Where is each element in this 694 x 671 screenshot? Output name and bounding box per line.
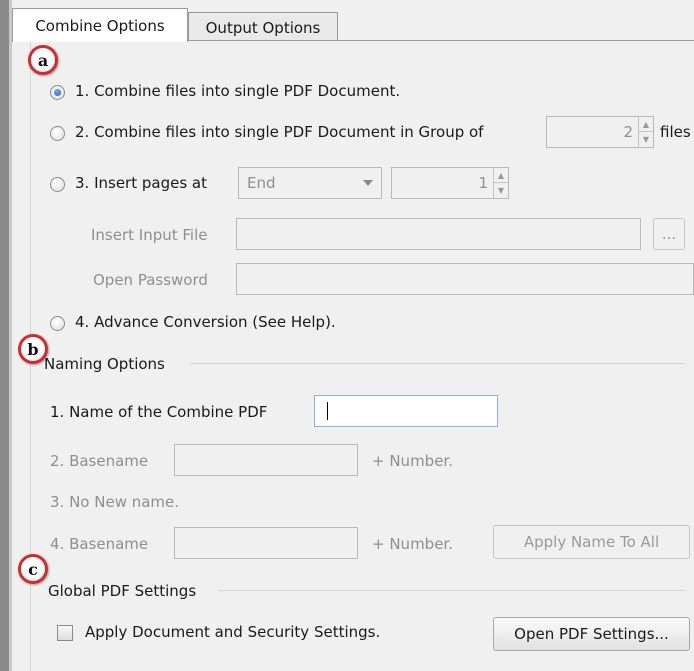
combine-group-radio[interactable] bbox=[50, 126, 65, 141]
open-password-field[interactable] bbox=[236, 263, 694, 295]
insert-position-select[interactable]: End bbox=[238, 167, 382, 199]
global-pdf-settings-title: Global PDF Settings bbox=[48, 582, 197, 600]
no-new-name-label: 3. No New name. bbox=[50, 493, 180, 511]
basename-label: 2. Basename bbox=[50, 452, 149, 470]
browse-button[interactable]: ... bbox=[653, 218, 685, 250]
advance-conversion-label: 4. Advance Conversion (See Help). bbox=[75, 313, 336, 331]
naming-options-title: Naming Options bbox=[44, 355, 165, 373]
tab-combine-options[interactable]: Combine Options bbox=[12, 8, 188, 42]
combine-group-label: 2. Combine files into single PDF Documen… bbox=[75, 123, 484, 141]
spin-down-icon[interactable]: ▼ bbox=[639, 132, 653, 147]
apply-name-to-all-button[interactable]: Apply Name To All bbox=[493, 525, 690, 559]
group-size-value: 2 bbox=[623, 123, 633, 141]
text-caret bbox=[327, 402, 328, 420]
window-frame-left bbox=[0, 0, 9, 671]
combine-name-label: 1. Name of the Combine PDF bbox=[50, 403, 268, 421]
open-pdf-settings-button[interactable]: Open PDF Settings... bbox=[493, 617, 690, 651]
chevron-down-icon bbox=[363, 180, 373, 186]
annotation-badge-b: b bbox=[18, 334, 48, 364]
spin-up-icon[interactable]: ▲ bbox=[639, 117, 653, 132]
group-size-spin[interactable]: ▲ ▼ bbox=[638, 117, 653, 147]
group-size-stepper[interactable]: 2 ▲ ▼ bbox=[546, 116, 654, 148]
insert-page-value: 1 bbox=[478, 174, 488, 192]
insert-position-value: End bbox=[247, 174, 276, 192]
basename4-plus-number: + Number. bbox=[372, 535, 453, 553]
group-files-suffix: files bbox=[660, 123, 691, 141]
combine-single-radio[interactable] bbox=[50, 85, 65, 100]
tab-output-options[interactable]: Output Options bbox=[188, 12, 338, 42]
spin-up-icon[interactable]: ▲ bbox=[494, 168, 508, 183]
global-group-line bbox=[218, 590, 685, 591]
open-password-label: Open Password bbox=[93, 271, 208, 289]
combine-single-label: 1. Combine files into single PDF Documen… bbox=[75, 82, 401, 100]
basename-plus-number: + Number. bbox=[372, 452, 453, 470]
combine-name-input[interactable] bbox=[314, 395, 498, 427]
insert-input-file-field[interactable] bbox=[236, 218, 641, 250]
insert-page-spin[interactable]: ▲ ▼ bbox=[493, 168, 508, 198]
basename-input[interactable] bbox=[174, 444, 358, 476]
insert-page-stepper[interactable]: 1 ▲ ▼ bbox=[391, 167, 509, 199]
tab-strip: Combine Options Output Options bbox=[12, 0, 694, 42]
annotation-badge-c: c bbox=[18, 554, 48, 584]
annotation-badge-a: a bbox=[28, 45, 58, 75]
advance-conversion-radio[interactable] bbox=[50, 316, 65, 331]
insert-input-file-label: Insert Input File bbox=[91, 226, 208, 244]
basename4-label: 4. Basename bbox=[50, 535, 149, 553]
insert-pages-label: 3. Insert pages at bbox=[75, 174, 207, 192]
naming-group-line bbox=[190, 363, 685, 364]
apply-settings-label: Apply Document and Security Settings. bbox=[85, 623, 381, 641]
apply-settings-checkbox[interactable] bbox=[57, 625, 73, 641]
insert-pages-radio[interactable] bbox=[50, 177, 65, 192]
basename4-input[interactable] bbox=[174, 527, 358, 559]
spin-down-icon[interactable]: ▼ bbox=[494, 183, 508, 198]
